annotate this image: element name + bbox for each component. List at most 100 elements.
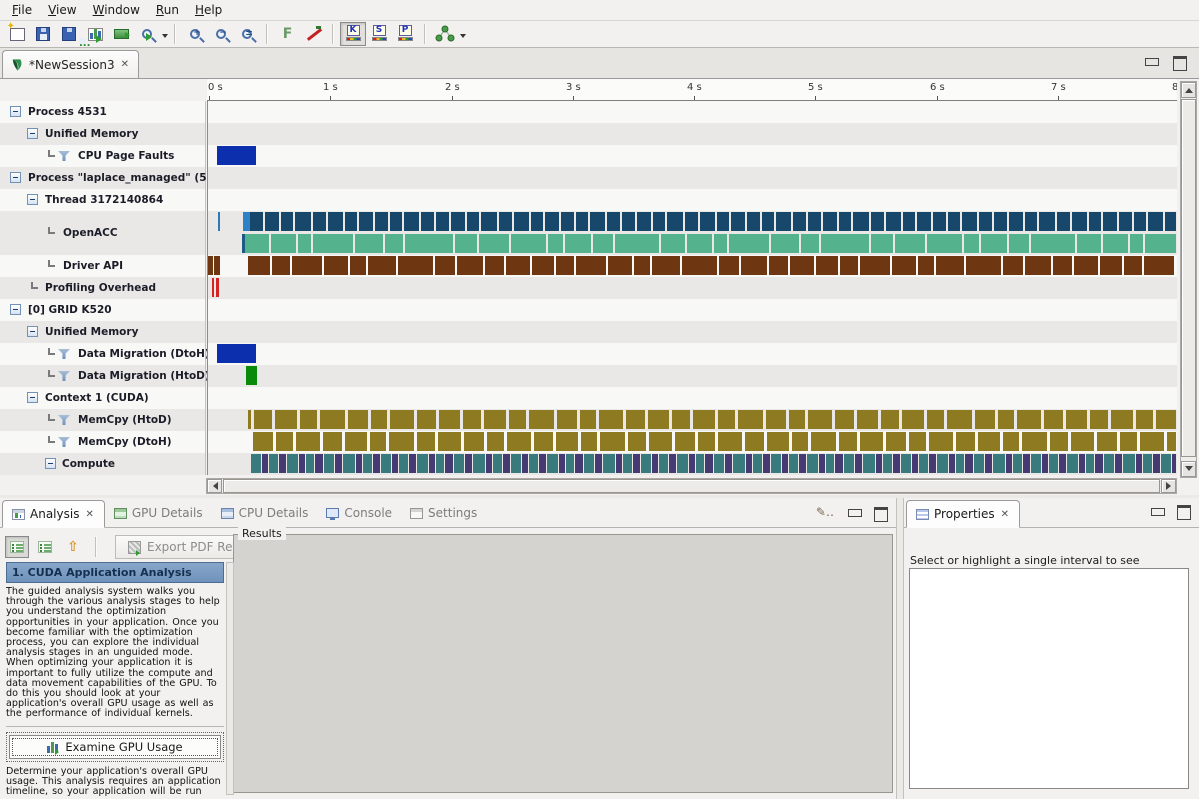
timeline-bar[interactable] (607, 212, 620, 231)
timeline-bar[interactable] (1165, 212, 1176, 231)
timeline-bar[interactable] (265, 212, 279, 231)
zoom-fit-button[interactable]: ± (234, 22, 260, 46)
timeline-bar[interactable] (1003, 432, 1019, 451)
timeline-bar[interactable] (315, 454, 323, 473)
timeline-bar[interactable] (1100, 256, 1122, 275)
timeline-bar[interactable] (886, 432, 906, 451)
timeline-bar[interactable] (839, 432, 857, 451)
timeline-bar[interactable] (532, 256, 554, 275)
timeline-bar[interactable] (731, 212, 745, 231)
timeline-bar[interactable] (576, 256, 606, 275)
timeline-bar[interactable] (1103, 212, 1117, 231)
timeline-bar[interactable] (392, 454, 398, 473)
timeline-bar[interactable] (1148, 212, 1163, 231)
timeline-bar[interactable] (1017, 410, 1041, 429)
timeline-bar[interactable] (323, 432, 342, 451)
menu-view[interactable]: View (40, 1, 84, 19)
timeline-bar[interactable] (556, 432, 578, 451)
timeline-row-label[interactable]: OpenACC (0, 211, 205, 255)
timeline-bar[interactable] (700, 212, 715, 231)
timeline-bar[interactable] (581, 432, 597, 451)
timeline-row-label[interactable]: CPU Page Faults (0, 145, 205, 167)
timeline-bar[interactable] (481, 212, 497, 231)
timeline-row-track[interactable] (208, 365, 1177, 387)
timeline-bar[interactable] (1095, 454, 1103, 473)
timeline-row-track[interactable] (208, 167, 1177, 189)
timeline-bar[interactable] (947, 410, 972, 429)
timeline-bar[interactable] (295, 212, 311, 231)
timeline-bar[interactable] (745, 432, 764, 451)
timeline-bar[interactable] (600, 432, 625, 451)
timeline-bar[interactable] (559, 454, 565, 473)
timeline-bar[interactable] (345, 212, 357, 231)
timeline-row-label[interactable]: Profiling Overhead (0, 277, 205, 299)
timeline-bar[interactable] (281, 212, 293, 231)
timeline-bar[interactable] (738, 410, 763, 429)
timeline-bar[interactable] (978, 432, 1000, 451)
timeline-bar[interactable] (793, 212, 806, 231)
timeline-row-label[interactable]: Unified Memory (0, 321, 205, 343)
timeline-bar[interactable] (335, 454, 342, 473)
timeline-bar[interactable] (876, 454, 882, 473)
timeline-bar[interactable] (929, 454, 936, 473)
timeline-bar[interactable] (1072, 212, 1087, 231)
timeline-bar[interactable] (714, 234, 727, 253)
timeline-row-track[interactable] (208, 321, 1177, 343)
timeline-bar[interactable] (895, 234, 925, 253)
timeline-bar[interactable] (901, 454, 911, 473)
timeline-bar[interactable] (652, 454, 658, 473)
expander-icon[interactable] (27, 128, 38, 139)
resume-button[interactable] (108, 22, 134, 46)
timeline-bar[interactable] (298, 234, 311, 253)
timeline-row-label[interactable]: Thread 3172140864 (0, 189, 205, 211)
timeline-bar[interactable] (1025, 256, 1051, 275)
timeline-bar[interactable] (974, 454, 984, 473)
expander-icon[interactable] (27, 392, 38, 403)
timeline-bar[interactable] (956, 454, 964, 473)
timeline-bar[interactable] (623, 454, 632, 473)
timeline-bar[interactable] (782, 454, 788, 473)
timeline-bar[interactable] (313, 234, 353, 253)
timeline-bar[interactable] (840, 256, 858, 275)
timeline-bar[interactable] (1009, 234, 1029, 253)
timeline-bar[interactable] (417, 432, 435, 451)
timeline-bar[interactable] (799, 454, 806, 473)
timeline-bar[interactable] (363, 454, 372, 473)
timeline-bar[interactable] (445, 454, 453, 473)
timeline-bar[interactable] (747, 212, 760, 231)
timeline-bar[interactable] (1119, 212, 1132, 231)
timeline-row-label[interactable]: Process "laplace_managed" (538) (0, 167, 205, 189)
timeline-bar[interactable] (486, 454, 492, 473)
timeline-bar[interactable] (355, 234, 383, 253)
timeline-bar[interactable] (409, 454, 416, 473)
timeline-bar[interactable] (1022, 432, 1047, 451)
timeline-row-track[interactable] (208, 453, 1177, 475)
timeline-bar[interactable] (682, 256, 717, 275)
timeline-bar[interactable] (218, 212, 220, 231)
timeline-bar[interactable] (248, 256, 270, 275)
timeline-row-track[interactable] (208, 145, 1177, 167)
timeline-bar[interactable] (687, 234, 712, 253)
timeline-bar[interactable] (276, 432, 293, 451)
timeline-canvas[interactable] (207, 101, 1177, 475)
timeline-bar[interactable] (1136, 454, 1142, 473)
timeline-bar[interactable] (771, 454, 781, 473)
timeline-bar[interactable] (933, 212, 946, 231)
timeline-bar[interactable] (871, 212, 884, 231)
timeline-bar[interactable] (345, 432, 367, 451)
timeline-bar[interactable] (741, 256, 767, 275)
timeline-bar[interactable] (487, 432, 504, 451)
timeline-bar[interactable] (789, 410, 805, 429)
timeline-bar[interactable] (603, 454, 615, 473)
timeline-bar[interactable] (306, 454, 314, 473)
timeline-bar[interactable] (937, 454, 948, 473)
timeline-bar[interactable] (556, 256, 574, 275)
timeline-bar[interactable] (503, 454, 510, 473)
timeline-bar[interactable] (1006, 454, 1012, 473)
timeline-bar[interactable] (1079, 454, 1085, 473)
close-icon[interactable]: ✕ (120, 59, 130, 70)
timeline-bar[interactable] (484, 410, 506, 429)
view-menu-icon[interactable]: ✎‥ (816, 505, 834, 519)
timeline-bar[interactable] (948, 212, 960, 231)
timeline-bar[interactable] (839, 212, 851, 231)
